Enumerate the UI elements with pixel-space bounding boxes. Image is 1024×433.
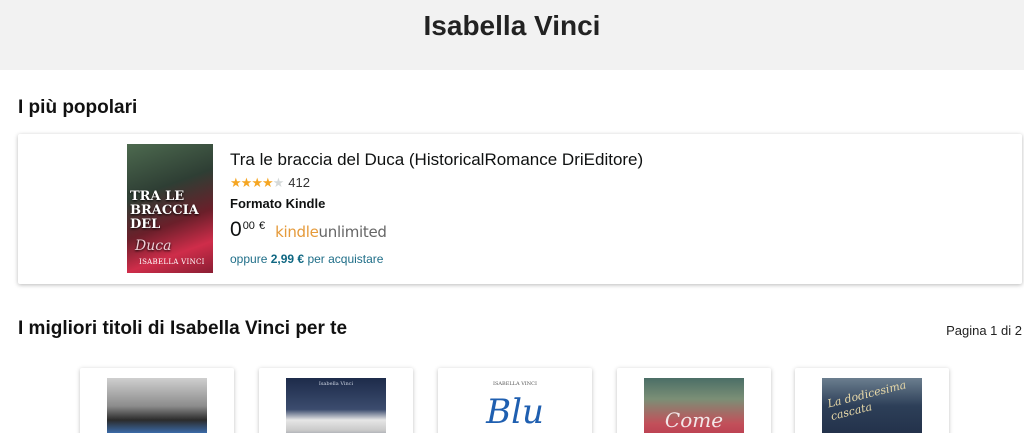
cover-title: La dodicesima cascata [826,378,908,423]
star-icon: ★ [240,174,253,190]
rating-row[interactable]: ★★★★★ 412 [230,175,310,190]
price-row: 0 00 € kindleunlimited [230,218,387,242]
book-cover[interactable]: ISABELLA VINCI Blu [465,378,565,433]
book-thumbnail[interactable]: Isabella Vinci [259,368,413,433]
book-thumbnail[interactable]: La dodicesima cascata [795,368,949,433]
cover-title: Come [664,408,724,432]
star-icon: ★ [261,174,274,190]
star-icon: ★ [251,174,263,190]
cover-author: Isabella Vinci [318,381,354,387]
review-count[interactable]: 412 [288,175,310,190]
cover-title-text: TRA LE BRACCIA DEL [130,189,199,232]
cover-author: ISABELLA VINCI [139,258,205,266]
best-titles-section-title: I migliori titoli di Isabella Vinci per … [18,318,348,339]
book-cover[interactable]: Come [644,378,744,433]
book-cover[interactable]: TRA LE BRACCIA DEL Duca ISABELLA VINCI [127,144,213,273]
kindle-unlimited-logo: kindleunlimited [275,223,387,241]
price-whole: 0 [230,218,242,241]
book-cover[interactable] [107,378,207,433]
cover-title: Blu [486,392,544,432]
book-cover[interactable]: Isabella Vinci [286,378,386,433]
popular-book-card[interactable]: TRA LE BRACCIA DEL Duca ISABELLA VINCI T… [18,134,1022,284]
price-currency: € [258,220,266,232]
book-thumbnail[interactable]: Come [617,368,771,433]
page-header: Isabella Vinci [0,0,1024,70]
star-empty-icon: ★ [272,174,285,190]
book-title-link[interactable]: Tra le braccia del Duca (HistoricalRoman… [230,150,643,170]
popular-section-title: I più popolari [18,97,138,118]
cover-author: ISABELLA VINCI [493,381,537,387]
book-cover[interactable]: La dodicesima cascata [822,378,922,433]
format-label[interactable]: Formato Kindle [230,196,325,211]
star-icon: ★ [230,174,242,190]
star-rating[interactable]: ★★★★★ [230,174,285,190]
author-name-title: Isabella Vinci [423,10,601,41]
cover-title-script: Duca [135,238,172,254]
price-fraction: 00 [242,220,255,232]
pagination-indicator: Pagina 1 di 2 [946,323,1022,338]
alternative-price-link[interactable]: oppure 2,99 € per acquistare [230,252,383,266]
book-thumbnail[interactable] [80,368,234,433]
book-thumbnail[interactable]: ISABELLA VINCI Blu [438,368,592,433]
